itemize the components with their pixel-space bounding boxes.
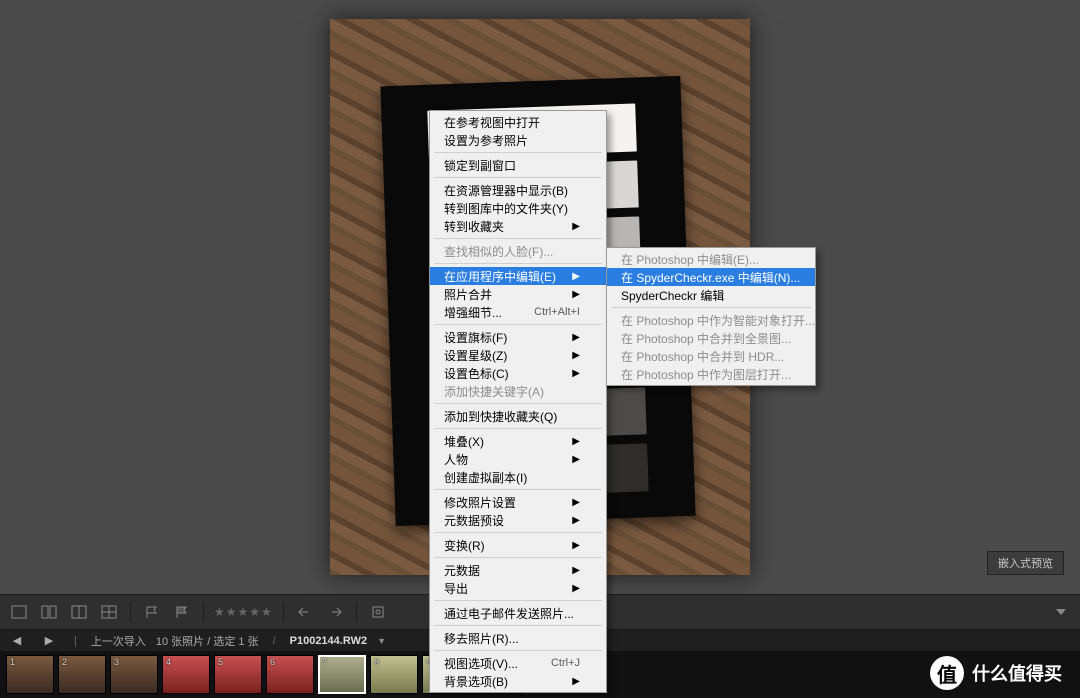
- menu-item[interactable]: 人物▶: [430, 450, 606, 468]
- menu-item[interactable]: 设置星级(Z)▶: [430, 346, 606, 364]
- compare-view-icon[interactable]: [38, 603, 60, 621]
- nav-back-icon[interactable]: ◀: [6, 632, 28, 650]
- menu-item[interactable]: 修改照片设置▶: [430, 493, 606, 511]
- flag-pick-icon[interactable]: [141, 603, 163, 621]
- menu-item[interactable]: 在应用程序中编辑(E)▶: [430, 267, 606, 285]
- menu-item[interactable]: 背景选项(B)▶: [430, 672, 606, 690]
- menu-item[interactable]: 锁定到副窗口: [430, 156, 606, 174]
- filmstrip-thumbnail[interactable]: 4: [162, 655, 210, 694]
- watermark-logo: 值 什么值得买: [930, 656, 1062, 690]
- filmstrip-thumbnail[interactable]: 2: [58, 655, 106, 694]
- submenu-item: 在 Photoshop 中作为智能对象打开...: [607, 311, 815, 329]
- submenu-item: 在 Photoshop 中作为图层打开...: [607, 365, 815, 383]
- submenu-item[interactable]: 在 SpyderCheckr.exe 中编辑(N)...: [607, 268, 815, 286]
- filmstrip-thumbnail[interactable]: 8: [370, 655, 418, 694]
- import-source-label[interactable]: 上一次导入: [91, 633, 146, 649]
- rating-stars[interactable]: ★★★★★: [214, 605, 273, 619]
- menu-item: 添加快捷关键字(A): [430, 382, 606, 400]
- menu-item[interactable]: 元数据▶: [430, 561, 606, 579]
- menu-item[interactable]: 创建虚拟副本(I): [430, 468, 606, 486]
- menu-item[interactable]: 导出▶: [430, 579, 606, 597]
- menu-item[interactable]: 元数据预设▶: [430, 511, 606, 529]
- menu-item[interactable]: 增强细节...Ctrl+Alt+I: [430, 303, 606, 321]
- filmstrip-thumbnail[interactable]: 6: [266, 655, 314, 694]
- menu-item[interactable]: 转到图库中的文件夹(Y): [430, 199, 606, 217]
- photo-count-label: 10 张照片 / 选定 1 张: [156, 633, 259, 649]
- before-after-icon[interactable]: [68, 603, 90, 621]
- context-menu[interactable]: 在参考视图中打开设置为参考照片锁定到副窗口在资源管理器中显示(B)转到图库中的文…: [429, 110, 607, 693]
- menu-item[interactable]: 堆叠(X)▶: [430, 432, 606, 450]
- undo-icon[interactable]: [294, 603, 316, 621]
- menu-item[interactable]: 通过电子邮件发送照片...: [430, 604, 606, 622]
- toolbar-menu-icon[interactable]: [1050, 603, 1072, 621]
- menu-item[interactable]: 移去照片(R)...: [430, 629, 606, 647]
- loupe-view-icon[interactable]: [8, 603, 30, 621]
- nav-forward-icon[interactable]: ▶: [38, 632, 60, 650]
- crop-icon[interactable]: [367, 603, 389, 621]
- menu-item[interactable]: 设置色标(C)▶: [430, 364, 606, 382]
- chevron-down-icon[interactable]: ▼: [377, 636, 386, 646]
- submenu-item: 在 Photoshop 中合并到全景图...: [607, 329, 815, 347]
- logo-text: 什么值得买: [972, 660, 1062, 686]
- submenu-item[interactable]: SpyderCheckr 编辑: [607, 286, 815, 304]
- filmstrip-thumbnail[interactable]: 5: [214, 655, 262, 694]
- embedded-preview-button[interactable]: 嵌入式预览: [987, 551, 1064, 575]
- flag-reject-icon[interactable]: [171, 603, 193, 621]
- menu-item[interactable]: 设置为参考照片: [430, 131, 606, 149]
- menu-item[interactable]: 转到收藏夹▶: [430, 217, 606, 235]
- menu-item[interactable]: 设置旗标(F)▶: [430, 328, 606, 346]
- menu-item: 查找相似的人脸(F)...: [430, 242, 606, 260]
- current-filename: P1002144.RW2: [290, 635, 367, 647]
- submenu-item: 在 Photoshop 中编辑(E)...: [607, 250, 815, 268]
- submenu-item: 在 Photoshop 中合并到 HDR...: [607, 347, 815, 365]
- menu-item[interactable]: 在参考视图中打开: [430, 113, 606, 131]
- menu-item[interactable]: 在资源管理器中显示(B): [430, 181, 606, 199]
- filmstrip-thumbnail[interactable]: 1: [6, 655, 54, 694]
- menu-item[interactable]: 添加到快捷收藏夹(Q): [430, 407, 606, 425]
- menu-item[interactable]: 视图选项(V)...Ctrl+J: [430, 654, 606, 672]
- redo-icon[interactable]: [324, 603, 346, 621]
- logo-icon: 值: [930, 656, 964, 690]
- edit-in-submenu[interactable]: 在 Photoshop 中编辑(E)...在 SpyderCheckr.exe …: [606, 247, 816, 386]
- grid-view-icon[interactable]: [98, 603, 120, 621]
- menu-item[interactable]: 照片合并▶: [430, 285, 606, 303]
- menu-item[interactable]: 变换(R)▶: [430, 536, 606, 554]
- filmstrip-thumbnail[interactable]: 3: [110, 655, 158, 694]
- filmstrip-thumbnail[interactable]: 7: [318, 655, 366, 694]
